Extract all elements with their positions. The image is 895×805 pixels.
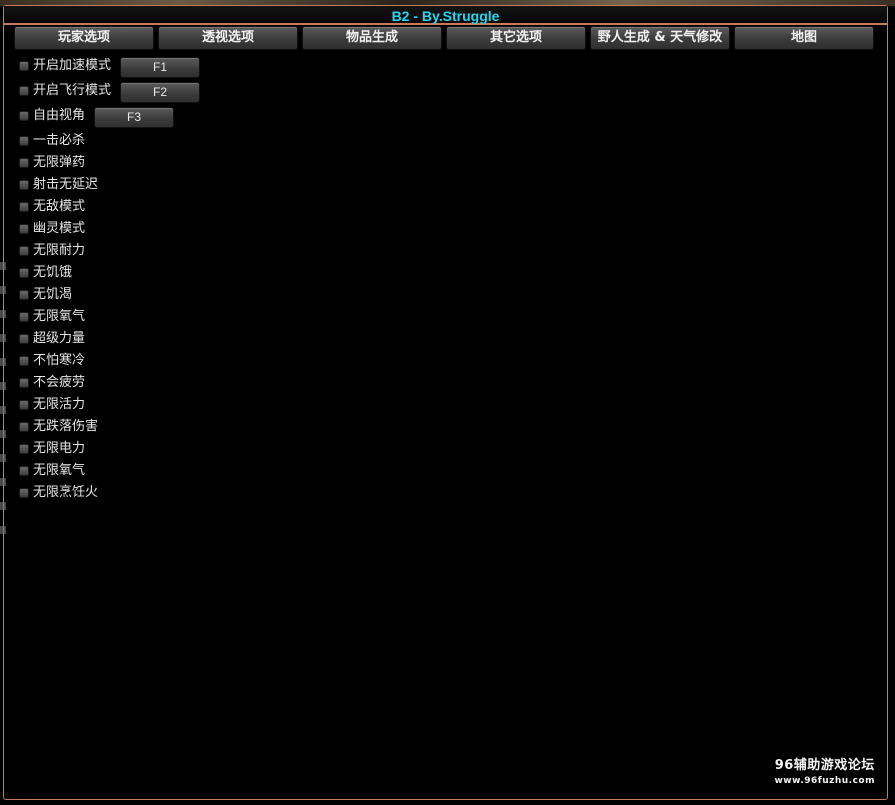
- checkbox[interactable]: [19, 86, 29, 96]
- hotkey-button-f2[interactable]: F2: [120, 82, 200, 103]
- tab-map[interactable]: 地图: [734, 26, 874, 50]
- background-bleed: [0, 262, 6, 550]
- tab-item-spawn[interactable]: 物品生成: [302, 26, 442, 50]
- checkbox[interactable]: [19, 111, 29, 121]
- checkbox[interactable]: [19, 400, 29, 410]
- hotkey-button-f1[interactable]: F1: [120, 57, 200, 78]
- tab-player-options[interactable]: 玩家选项: [14, 26, 154, 50]
- watermark-url: www.96fuzhu.com: [774, 776, 875, 786]
- option-label: 无敌模式: [33, 199, 86, 214]
- option-label: 超级力量: [33, 331, 86, 346]
- option-label: 自由视角: [33, 108, 86, 123]
- tab-savage-weather[interactable]: 野人生成 & 天气修改: [590, 26, 730, 50]
- option-label: 开启加速模式: [33, 58, 112, 73]
- checkbox[interactable]: [19, 136, 29, 146]
- checkbox[interactable]: [19, 202, 29, 212]
- watermark-title: 96辅助游戏论坛: [774, 758, 875, 773]
- option-label: 射击无延迟: [33, 177, 99, 192]
- forum-watermark: 96辅助游戏论坛 www.96fuzhu.com: [774, 757, 875, 787]
- option-label: 无限活力: [33, 397, 86, 412]
- checkbox[interactable]: [19, 224, 29, 234]
- tab-esp-options[interactable]: 透视选项: [158, 26, 298, 50]
- checkbox[interactable]: [19, 488, 29, 498]
- option-label: 无跌落伤害: [33, 419, 99, 434]
- checkbox[interactable]: [19, 61, 29, 71]
- checkbox[interactable]: [19, 312, 29, 322]
- option-label: 无饥饿: [33, 265, 73, 280]
- tab-other-options[interactable]: 其它选项: [446, 26, 586, 50]
- option-label: 幽灵模式: [33, 221, 86, 236]
- checkbox[interactable]: [19, 268, 29, 278]
- checkbox[interactable]: [19, 444, 29, 454]
- hotkey-button-f3[interactable]: F3: [94, 107, 174, 128]
- checkbox[interactable]: [19, 158, 29, 168]
- mod-menu-window: B2 - By.Struggle 玩家选项 透视选项 物品生成 其它选项 野人生…: [3, 5, 888, 800]
- checkbox[interactable]: [19, 378, 29, 388]
- checkbox[interactable]: [19, 180, 29, 190]
- checkbox[interactable]: [19, 356, 29, 366]
- option-label: 无限烹饪火: [33, 485, 99, 500]
- checkbox[interactable]: [19, 466, 29, 476]
- checkbox[interactable]: [19, 334, 29, 344]
- title-bar[interactable]: B2 - By.Struggle: [4, 6, 887, 25]
- option-label: 无限弹药: [33, 155, 86, 170]
- option-label: 无限耐力: [33, 243, 86, 258]
- option-label: 不怕寒冷: [33, 353, 86, 368]
- checkbox[interactable]: [19, 290, 29, 300]
- checkbox[interactable]: [19, 422, 29, 432]
- checkbox[interactable]: [19, 246, 29, 256]
- option-label: 一击必杀: [33, 133, 86, 148]
- window-title: B2 - By.Struggle: [391, 8, 500, 24]
- option-label: 无限氧气: [33, 309, 86, 324]
- option-label: 无饥渴: [33, 287, 73, 302]
- option-label: 无限氧气: [33, 463, 86, 478]
- option-label: 不会疲劳: [33, 375, 86, 390]
- option-label: 开启飞行模式: [33, 83, 112, 98]
- option-label: 无限电力: [33, 441, 86, 456]
